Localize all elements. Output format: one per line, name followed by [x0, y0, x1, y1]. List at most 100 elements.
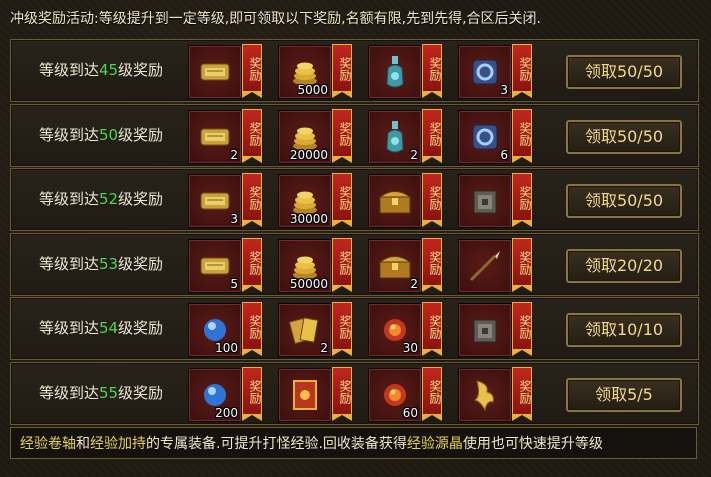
- item-count: 6: [500, 147, 508, 162]
- item-count: 3: [230, 212, 238, 226]
- reward-badge: 奖励: [512, 173, 532, 227]
- reward-item-slot[interactable]: 200: [188, 367, 242, 422]
- potion-bottle-icon: [375, 52, 415, 92]
- claim-button[interactable]: 领取10/10: [566, 313, 682, 347]
- item-count: 100: [215, 341, 238, 355]
- claim-button[interactable]: 领取50/50: [566, 119, 682, 154]
- reward-item-slot[interactable]: [458, 367, 512, 422]
- spell-book-icon: [285, 375, 325, 415]
- reward-item-slot[interactable]: 2: [368, 238, 422, 293]
- item-count: 2: [410, 276, 418, 291]
- claim-button[interactable]: 领取5/5: [566, 377, 682, 412]
- reward-badge: 奖励: [422, 44, 442, 98]
- claim-button[interactable]: 领取50/50: [566, 184, 682, 218]
- reward-badge: 奖励: [512, 108, 532, 163]
- reward-item-slot[interactable]: [458, 238, 512, 293]
- reward-item-slot[interactable]: 60: [368, 367, 422, 422]
- level-number: 52: [98, 190, 119, 208]
- reward-badge: 奖励: [332, 108, 352, 163]
- footer-exp-scroll: 经验卷轴: [20, 436, 76, 452]
- reward-item-slot[interactable]: 3: [188, 174, 242, 228]
- potion-bottle-icon: [375, 117, 415, 157]
- reward-badge: 奖励: [512, 302, 532, 356]
- row-label: 等级到达54级奖励: [11, 298, 191, 359]
- reward-item-slot[interactable]: 3: [458, 45, 512, 99]
- footer-exp-crystal: 经验源晶: [406, 436, 463, 452]
- reward-row-level-55: 等级到达55级奖励 200 奖励 奖励 60 奖励 奖励 领取5/5: [10, 361, 699, 425]
- label-suffix: 级奖励: [118, 254, 164, 273]
- reward-item-slot[interactable]: 50000: [278, 238, 332, 293]
- reward-badge: 奖励: [332, 237, 352, 292]
- claim-button[interactable]: 领取50/50: [566, 55, 682, 89]
- scroll-icon: [195, 246, 235, 286]
- reward-item-slot[interactable]: 5000: [278, 45, 332, 99]
- label-prefix: 等级到达: [38, 125, 99, 144]
- level-number: 55: [98, 383, 119, 402]
- reward-item-slot[interactable]: [278, 367, 332, 422]
- item-count: 50000: [289, 276, 328, 291]
- reward-item-slot[interactable]: [458, 303, 512, 357]
- label-prefix: 等级到达: [38, 319, 99, 337]
- footer-text: 的专属装备.可提升打怪经验.回收装备获得: [146, 436, 407, 452]
- item-count: 60: [402, 405, 418, 420]
- item-count: 5: [230, 276, 238, 291]
- reward-item-slot[interactable]: 30000: [278, 174, 332, 228]
- row-label: 等级到达50级奖励: [11, 105, 191, 166]
- row-label: 等级到达45级奖励: [11, 40, 191, 101]
- reward-badge: 奖励: [242, 302, 262, 356]
- footer-exp-boost: 经验加持: [90, 436, 146, 452]
- reward-item-slot[interactable]: 5: [188, 238, 242, 293]
- treasure-chest-icon: [375, 181, 415, 221]
- scroll-icon: [195, 117, 235, 157]
- rune-stone-icon: [465, 52, 505, 92]
- activity-description: 冲级奖励活动:等级提升到一定等级,即可领取以下奖励,名额有限,先到先得,合区后关…: [10, 11, 541, 27]
- scroll-icon: [195, 181, 235, 221]
- reward-badge: 奖励: [242, 44, 262, 98]
- reward-badge: 奖励: [422, 302, 442, 356]
- reward-badge: 奖励: [242, 173, 262, 227]
- item-count: 2: [320, 341, 328, 355]
- reward-badge: 奖励: [332, 366, 352, 421]
- footer-text: 和: [76, 436, 90, 452]
- rune-stone-icon: [465, 117, 505, 157]
- reward-item-slot[interactable]: [368, 174, 422, 228]
- reward-badge: 奖励: [422, 237, 442, 292]
- label-prefix: 等级到达: [38, 254, 99, 273]
- label-prefix: 等级到达: [38, 383, 99, 402]
- iron-box-icon: [465, 310, 505, 350]
- reward-badge: 奖励: [512, 237, 532, 292]
- reward-badge: 奖励: [242, 237, 262, 292]
- reward-badge: 奖励: [242, 366, 262, 421]
- label-prefix: 等级到达: [38, 190, 99, 208]
- iron-box-icon: [465, 181, 505, 221]
- reward-item-slot[interactable]: [458, 174, 512, 228]
- treasure-chest-icon: [375, 246, 415, 286]
- label-suffix: 级奖励: [118, 383, 164, 402]
- reward-item-slot[interactable]: [188, 45, 242, 99]
- golden-dragon-icon: [465, 375, 505, 415]
- reward-item-slot[interactable]: 2: [278, 303, 332, 357]
- label-suffix: 级奖励: [118, 319, 164, 337]
- row-label: 等级到达52级奖励: [11, 169, 191, 230]
- scroll-icon: [195, 52, 235, 92]
- label-suffix: 级奖励: [118, 190, 164, 208]
- reward-item-slot[interactable]: 6: [458, 109, 512, 164]
- item-count: 200: [215, 405, 238, 420]
- reward-item-slot[interactable]: 20000: [278, 109, 332, 164]
- claim-button[interactable]: 领取20/20: [566, 248, 682, 283]
- reward-item-slot[interactable]: 100: [188, 303, 242, 357]
- reward-item-slot[interactable]: 2: [368, 109, 422, 164]
- reward-item-slot[interactable]: 30: [368, 303, 422, 357]
- reward-row-level-50: 等级到达50级奖励 2 奖励 20000 奖励 2 奖励 6 奖励 领取50/50: [10, 103, 699, 167]
- reward-row-level-52: 等级到达52级奖励 3 奖励 30000 奖励 奖励 奖励 领取50/50: [10, 168, 699, 231]
- level-number: 53: [98, 254, 119, 273]
- reward-item-slot[interactable]: 2: [188, 109, 242, 164]
- item-count: 3: [500, 83, 508, 97]
- reward-badge: 奖励: [512, 44, 532, 98]
- reward-item-slot[interactable]: [368, 45, 422, 99]
- reward-row-level-45: 等级到达45级奖励 奖励 5000 奖励 奖励 3 奖励 领取50/50: [10, 39, 699, 102]
- reward-badge: 奖励: [512, 366, 532, 421]
- row-label: 等级到达55级奖励: [11, 363, 191, 424]
- label-suffix: 级奖励: [118, 61, 164, 79]
- item-count: 30000: [289, 212, 328, 226]
